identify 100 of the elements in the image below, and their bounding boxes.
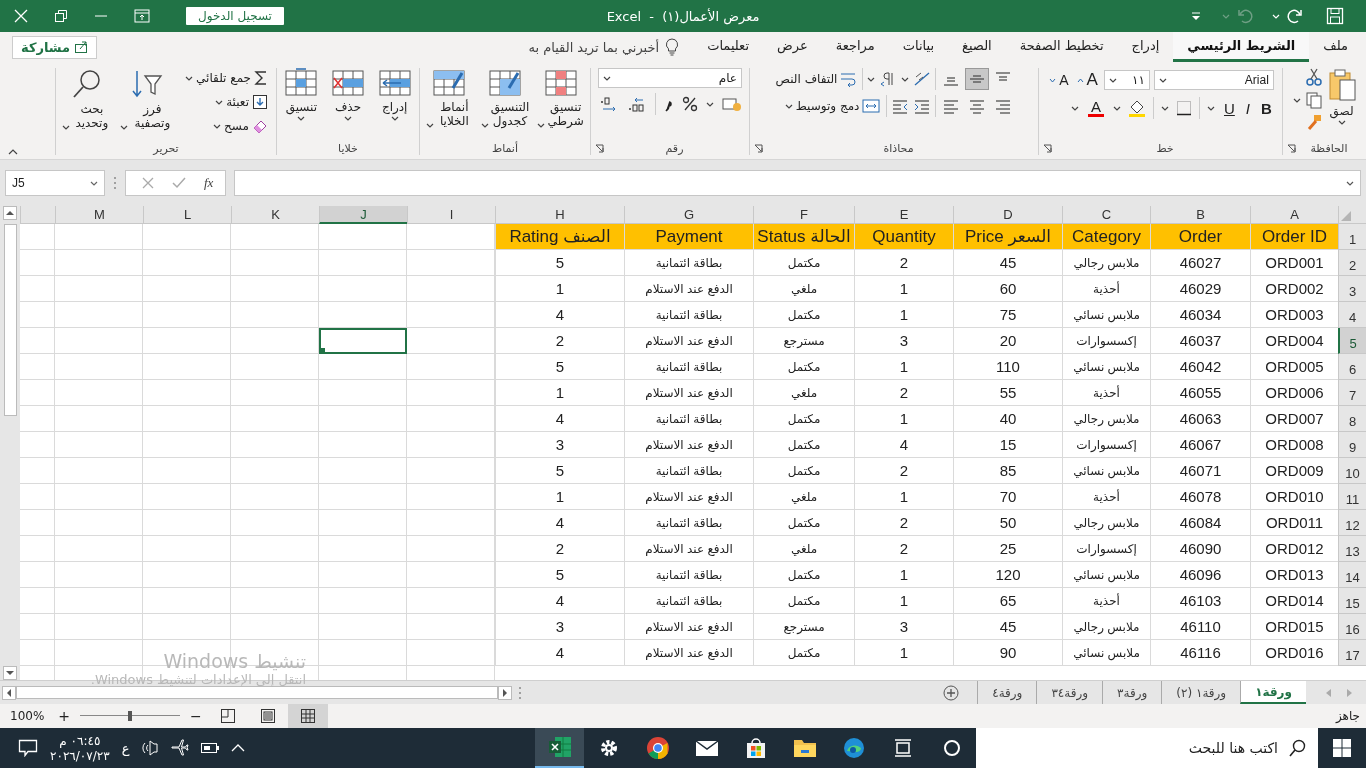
row-number[interactable]: 2 <box>1338 250 1366 276</box>
insert-function-button[interactable]: fx <box>204 175 214 191</box>
zoom-out-button[interactable]: − <box>184 708 208 724</box>
ribbon-tab[interactable]: تعليمات <box>693 32 763 62</box>
sign-in-button[interactable]: تسجيل الدخول <box>186 7 284 25</box>
clear-button[interactable]: مسح <box>211 116 270 136</box>
cells-button[interactable]: إدراج <box>376 68 413 121</box>
column-header[interactable]: M <box>55 206 143 224</box>
number-format-field[interactable]: عام <box>598 68 742 88</box>
cells-button[interactable]: تنسيق <box>283 68 320 121</box>
font-size-field[interactable]: ١١ <box>1103 70 1150 90</box>
font-name-field[interactable]: Arial <box>1153 70 1274 90</box>
column-header[interactable]: I <box>407 206 495 224</box>
windows-logo-icon[interactable] <box>1333 739 1351 757</box>
sort-filter-button[interactable]: فرز وتصفية <box>119 68 176 130</box>
dialog-launcher-icon[interactable] <box>754 143 763 153</box>
borders-icon[interactable] <box>1176 100 1192 116</box>
column-header[interactable]: L <box>143 206 231 224</box>
text-angle-icon[interactable] <box>913 71 932 87</box>
airplane-icon[interactable] <box>171 739 190 757</box>
ribbon-tab[interactable]: عرض <box>763 32 822 62</box>
column-header[interactable]: C <box>1062 206 1150 224</box>
column-header[interactable]: J <box>319 206 407 224</box>
row-number[interactable]: 5 <box>1338 328 1366 354</box>
scroll-up-icon[interactable] <box>3 206 17 220</box>
speaker-icon[interactable] <box>141 740 160 756</box>
row-number[interactable]: 4 <box>1338 302 1366 328</box>
battery-icon[interactable] <box>201 743 220 753</box>
scissors-icon[interactable] <box>1304 68 1323 86</box>
column-header[interactable]: K <box>231 206 319 224</box>
row-number[interactable]: 17 <box>1338 640 1366 666</box>
scroll-down-icon[interactable] <box>3 666 17 680</box>
view-button[interactable] <box>287 704 328 728</box>
styles-button[interactable]: تنسيق شرطي <box>537 68 584 128</box>
row-number[interactable]: 11 <box>1338 484 1366 510</box>
redo-icon[interactable] <box>1286 8 1304 24</box>
row-number[interactable]: 6 <box>1338 354 1366 380</box>
grow-font-button[interactable]: A <box>1074 68 1100 92</box>
styles-button[interactable]: أنماط الخلايا <box>426 68 473 128</box>
column-header[interactable]: H <box>495 206 624 224</box>
add-sheet-icon[interactable] <box>943 684 960 701</box>
language-indicator[interactable]: ع <box>121 740 130 756</box>
scrollbar-thumb[interactable] <box>3 224 17 416</box>
share-button[interactable]: مشاركة <box>12 35 98 59</box>
font-color-button[interactable]: A <box>1086 97 1106 119</box>
row-number[interactable]: 13 <box>1338 536 1366 562</box>
restore-icon[interactable] <box>54 9 68 23</box>
name-box[interactable]: J5 <box>5 170 105 196</box>
row-number[interactable]: 14 <box>1338 562 1366 588</box>
row-number[interactable]: 15 <box>1338 588 1366 614</box>
column-header[interactable]: E <box>854 206 953 224</box>
column-header[interactable]: A <box>1250 206 1338 224</box>
notification-icon[interactable] <box>18 739 38 757</box>
merge-center-button[interactable]: دمج وتوسيط <box>782 96 883 116</box>
horizontal-scrollbar[interactable] <box>16 686 498 699</box>
row-number[interactable]: 10 <box>1338 458 1366 484</box>
row-number[interactable]: 3 <box>1338 276 1366 302</box>
dialog-launcher-icon[interactable] <box>1287 143 1296 153</box>
percent-icon[interactable] <box>682 96 698 112</box>
underline-button[interactable]: U <box>1222 97 1237 119</box>
active-cell[interactable] <box>319 328 407 354</box>
search-field[interactable]: اكتب هنا للبحث <box>976 728 1318 768</box>
save-icon[interactable] <box>1326 7 1344 25</box>
tell-me-search[interactable]: أخبرني بما تريد القيام به <box>528 39 660 55</box>
column-header[interactable]: G <box>624 206 753 224</box>
row-number[interactable]: 12 <box>1338 510 1366 536</box>
find-select-button[interactable]: بحث وتحديد <box>62 68 112 130</box>
row-number[interactable]: 16 <box>1338 614 1366 640</box>
close-icon[interactable] <box>14 9 28 23</box>
ribbon-tab[interactable]: إدراج <box>1117 32 1174 62</box>
ribbon-tab[interactable]: تخطيط الصفحة <box>1005 32 1118 62</box>
zoom-level[interactable]: 100% <box>0 709 53 723</box>
styles-button[interactable]: التنسيق كجدول <box>480 68 530 128</box>
shrink-font-button[interactable]: A <box>1047 70 1071 90</box>
dialog-launcher-icon[interactable] <box>1043 143 1052 153</box>
ribbon-tab[interactable]: بيانات <box>888 32 949 62</box>
ribbon-tab[interactable]: ملف <box>1309 32 1362 62</box>
zoom-slider[interactable] <box>80 711 181 721</box>
sheet-tab[interactable]: ورقة١ <box>1240 681 1306 704</box>
row-number[interactable]: 8 <box>1338 406 1366 432</box>
outdent-icon[interactable] <box>891 98 910 114</box>
scroll-left-icon[interactable] <box>2 685 16 700</box>
copy-icon[interactable] <box>1304 91 1323 109</box>
check-icon[interactable] <box>172 177 186 189</box>
autosum-button[interactable]: جمع تلقائي <box>183 68 270 88</box>
chevron-up-icon[interactable] <box>231 744 246 752</box>
fill-button[interactable]: تعبئة <box>213 92 270 112</box>
formula-field[interactable] <box>234 170 1361 196</box>
indent-icon[interactable] <box>913 98 932 114</box>
row-number[interactable]: 9 <box>1338 432 1366 458</box>
zoom-in-button[interactable]: + <box>52 708 77 724</box>
ribbon-tab[interactable]: مراجعة <box>821 32 889 62</box>
ribbon-display-icon[interactable] <box>134 9 150 23</box>
fill-bucket-icon[interactable] <box>1128 99 1146 117</box>
column-header[interactable]: B <box>1150 206 1250 224</box>
wrap-text-button[interactable]: التفاف النص <box>773 69 859 89</box>
bold-button[interactable]: B <box>1259 97 1274 119</box>
collapse-ribbon-icon[interactable] <box>8 149 18 155</box>
column-header[interactable]: F <box>753 206 854 224</box>
column-header[interactable]: D <box>953 206 1062 224</box>
